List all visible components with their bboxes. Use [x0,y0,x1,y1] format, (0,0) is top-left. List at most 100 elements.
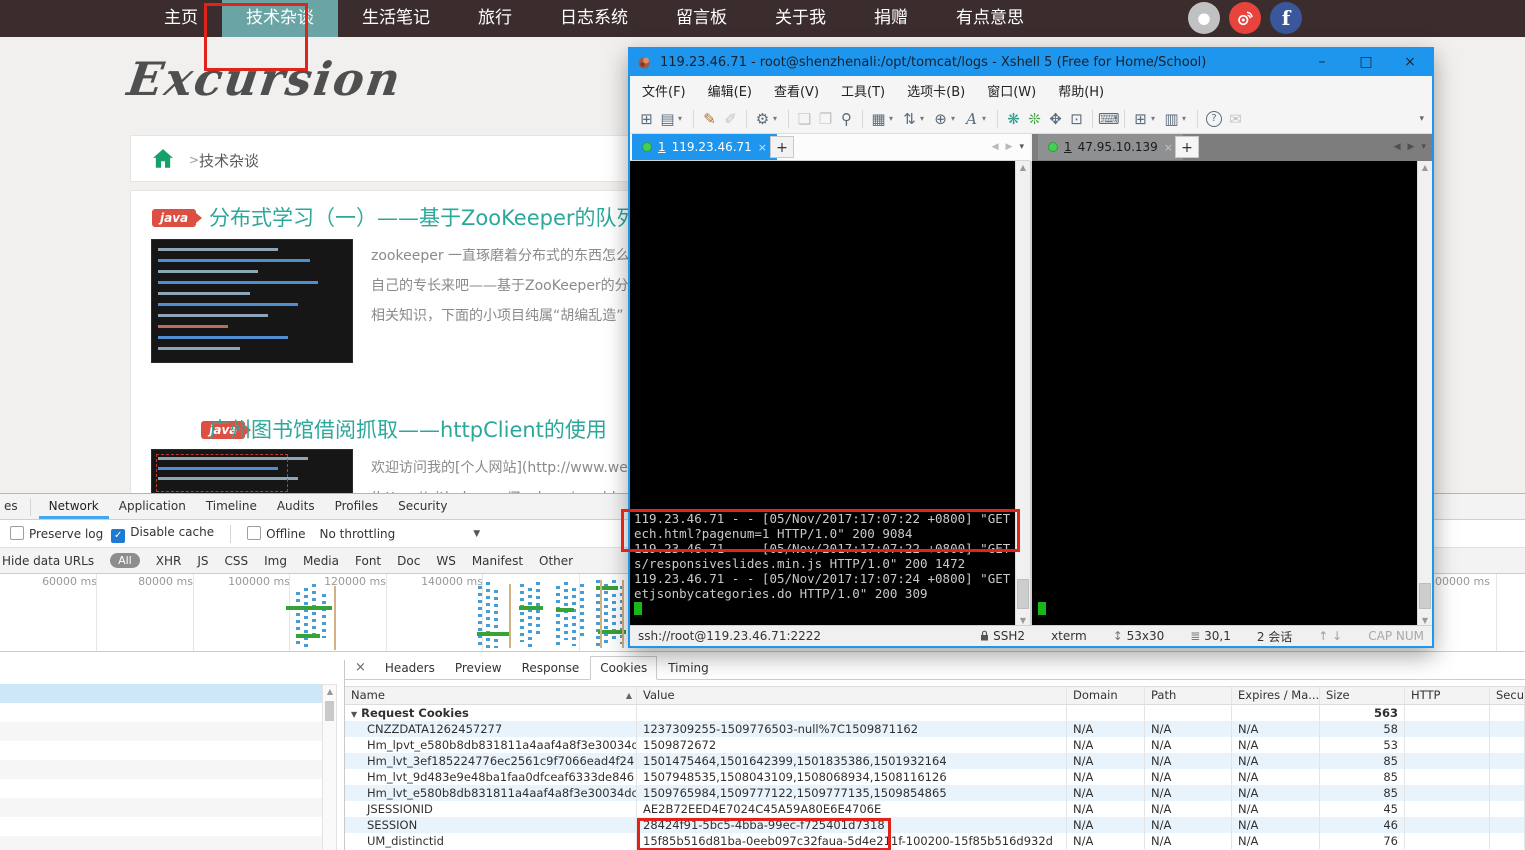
col-expires[interactable]: Expires / Ma... [1232,687,1320,704]
cookie-row[interactable]: UM_distinctid 15f85b516d81ba-0eeb097c32f… [345,833,1525,849]
new-tab-button[interactable]: + [770,136,794,158]
cookie-row[interactable]: Hm_lvt_9d483e9e48ba1faa0dfceaf6333de846 … [345,769,1525,785]
article-title-link[interactable]: 分布式学习（一）——基于ZooKeeper的队列顺 [209,202,659,232]
tab-scroll-right-icon[interactable]: ▶ [1408,142,1415,152]
nav-item-logsys[interactable]: 日志系统 [536,0,652,37]
filter-other[interactable]: Other [539,554,573,568]
tile-layout-icon[interactable]: ▥ [1161,110,1182,128]
nav-item-home[interactable]: 主页 [140,0,222,37]
throttling-select[interactable]: No throttling [320,527,396,541]
detail-tab-preview[interactable]: Preview [446,657,511,679]
web-icon[interactable]: ⊕ [930,110,951,128]
col-path[interactable]: Path [1145,687,1232,704]
tab-list-caret-icon[interactable]: ▾ [1421,142,1426,152]
new-file-icon[interactable]: ⊞ [1130,110,1151,128]
filter-ws[interactable]: WS [436,554,455,568]
dropdown-caret-icon[interactable]: ▾ [889,114,897,123]
col-size[interactable]: Size [1320,687,1405,704]
tab-sources-cut[interactable]: es [0,494,22,519]
session-properties-icon[interactable]: ⚙ [752,110,773,128]
terminal-47[interactable] [1032,161,1417,627]
nav-item-tech[interactable]: 技术杂谈 [222,0,338,37]
scrollbar-thumb[interactable] [325,701,334,721]
copy-icon[interactable]: ❏ [794,110,815,128]
new-session-icon[interactable]: ⊞ [636,110,657,128]
close-detail-icon[interactable]: × [345,656,374,679]
tab-application[interactable]: Application [109,494,196,519]
fullscreen-icon[interactable]: ✥ [1045,110,1066,128]
terminal-scrollbar[interactable]: ▲ ▼ [1015,161,1030,627]
menu-view[interactable]: 查看(V) [774,81,819,100]
filter-manifest[interactable]: Manifest [472,554,523,568]
cookie-row[interactable]: Hm_lvt_3ef185224776ec2561c9f7066ead4f24 … [345,753,1525,769]
article-title-link[interactable]: 广州图书馆借阅抓取——httpClient的使用 [209,414,607,444]
tab-session-47[interactable]: 1 47.95.10.139 × [1038,134,1183,160]
request-rows[interactable] [0,703,322,850]
github-icon[interactable] [1188,2,1220,34]
filter-doc[interactable]: Doc [397,554,420,568]
tab-network[interactable]: Network [39,494,109,519]
scrollbar-thumb[interactable] [1419,583,1431,609]
weibo-icon[interactable] [1229,2,1261,34]
filter-media[interactable]: Media [303,554,339,568]
filter-img[interactable]: Img [264,554,287,568]
lock-icon[interactable]: ⊡ [1066,110,1087,128]
close-button[interactable]: × [1388,49,1432,76]
nav-item-travel[interactable]: 旅行 [454,0,536,37]
tab-session-119[interactable]: 1 119.23.46.71 × [632,134,777,160]
dropdown-caret-icon[interactable]: ▾ [1182,114,1190,123]
nav-item-about[interactable]: 关于我 [751,0,850,37]
dropdown-caret-icon[interactable]: ▾ [773,114,781,123]
keyboard-icon[interactable]: ⌨ [1098,110,1119,128]
color-scheme-icon[interactable]: ❋ [1003,110,1024,128]
scroll-up-icon[interactable]: ▲ [1016,163,1030,172]
scroll-up-icon[interactable]: ▲ [323,687,337,696]
tab-profiles[interactable]: Profiles [325,494,389,519]
offline-checkbox[interactable]: Offline [247,526,305,541]
terminal-119[interactable]: 119.23.46.71 - - [05/Nov/2017:17:07:22 +… [630,161,1015,627]
tab-close-icon[interactable]: × [1164,141,1173,154]
preserve-log-checkbox[interactable]: Preserve log [10,526,103,541]
col-secure[interactable]: Secur... [1490,687,1525,704]
filter-js[interactable]: JS [197,554,208,568]
cookie-row[interactable]: Hm_lpvt_e580b8db831811a4aaf4a8f3e30034dc… [345,737,1525,753]
nav-item-donate[interactable]: 捐赠 [850,0,932,37]
request-row-selected[interactable] [0,684,322,703]
tab-scroll-left-icon[interactable]: ◀ [1394,142,1401,152]
request-list-scrollbar[interactable]: ▲ [322,684,337,850]
feedback-icon[interactable]: ✉ [1225,110,1246,128]
expand-icon[interactable]: ▼ [351,710,357,719]
new-tab-button[interactable]: + [1175,136,1199,158]
up-arrow-icon[interactable]: ↑ [1318,629,1328,643]
filter-xhr[interactable]: XHR [156,554,182,568]
dropdown-caret-icon[interactable]: ▾ [1151,114,1159,123]
terminal-scrollbar[interactable]: ▲ ▼ [1417,161,1432,627]
facebook-icon[interactable]: f [1270,2,1302,34]
menu-file[interactable]: 文件(F) [642,81,686,100]
detail-tab-response[interactable]: Response [513,657,589,679]
tab-scroll-left-icon[interactable]: ◀ [992,142,999,152]
throttling-dropdown-icon[interactable]: ▼ [473,529,480,539]
nav-item-life[interactable]: 生活笔记 [338,0,454,37]
transfer-icon[interactable]: ⇅ [899,110,920,128]
menu-help[interactable]: 帮助(H) [1058,81,1104,100]
filter-font[interactable]: Font [355,554,381,568]
down-arrow-icon[interactable]: ↓ [1332,629,1342,643]
xshell-title-bar[interactable]: 119.23.46.71 - root@shenzhenali:/opt/tom… [630,49,1432,76]
dropdown-caret-icon[interactable]: ▾ [678,114,686,123]
detail-tab-timing[interactable]: Timing [659,657,718,679]
scroll-down-icon[interactable]: ▼ [1418,616,1432,625]
col-value[interactable]: Value [637,687,1067,704]
menu-tabs[interactable]: 选项卡(B) [907,81,965,100]
paste-icon[interactable]: ❐ [815,110,836,128]
cookie-row-session[interactable]: SESSION 28424f91-5bc5-4bba-99ec-f725401d… [345,817,1525,833]
maximize-button[interactable]: □ [1344,49,1388,76]
scroll-up-down-icons[interactable]: ↑ ↓ [1318,629,1342,643]
print-icon[interactable]: ▦ [868,110,889,128]
dropdown-caret-icon[interactable]: ▾ [982,114,990,123]
tab-scroll-right-icon[interactable]: ▶ [1006,142,1013,152]
cookie-row[interactable]: CNZZDATA1262457277 1237309255-1509776503… [345,721,1525,737]
scrollbar-thumb[interactable] [1017,579,1029,609]
cookie-row[interactable]: Hm_lvt_e580b8db831811a4aaf4a8f3e30034dc … [345,785,1525,801]
scroll-up-icon[interactable]: ▲ [1418,163,1432,172]
